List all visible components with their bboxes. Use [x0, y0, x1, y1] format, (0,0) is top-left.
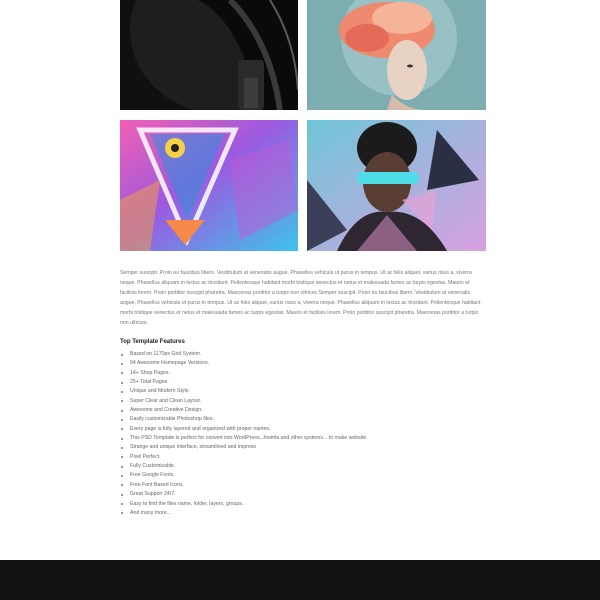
feature-text: Free Google Fonts.: [130, 472, 175, 479]
bullet-icon: [121, 503, 123, 506]
bullet-icon: [121, 353, 123, 356]
bullet-icon: [121, 419, 123, 421]
gallery-image-lion[interactable]: [120, 120, 298, 251]
feature-item: Free Google Fonts.: [120, 471, 486, 480]
bullet-icon: [121, 428, 123, 431]
bullet-icon: [121, 400, 123, 403]
feature-item: Strange and unique interface, streamline…: [120, 443, 486, 452]
feature-item: Great Support 24/7.: [120, 490, 486, 499]
feature-text: 14+ Shop Pages.: [130, 369, 170, 376]
bullet-icon: [121, 409, 123, 412]
feature-text: Strange and unique interface, streamline…: [130, 444, 257, 451]
feature-item: Unique and Modern Style.: [120, 387, 486, 396]
bullet-icon: [121, 381, 123, 384]
feature-text: And many more...: [130, 509, 171, 516]
feature-item: Pixel Perfect.: [120, 453, 486, 462]
feature-item: Super Clear and Clean Layout.: [120, 397, 486, 406]
feature-item: Easy to find the files name, folder, lay…: [120, 500, 486, 509]
product-description: Semper suscipit. Proin eu faucibus liber…: [120, 268, 486, 518]
feature-item: Easily customizable Photoshop files.: [120, 415, 486, 424]
feature-item: Every page is fully layered and organize…: [120, 425, 486, 434]
feature-text: Awesome and Creative Design.: [130, 407, 203, 414]
feature-text: 04 Awesome Homepage Versions.: [130, 360, 210, 367]
bullet-icon: [121, 362, 123, 365]
bullet-icon: [121, 493, 123, 496]
feature-text: Unique and Modern Style.: [130, 388, 190, 395]
bullet-icon: [121, 475, 123, 478]
feature-text: Fully Customizable.: [130, 463, 176, 470]
bullet-icon: [121, 465, 123, 468]
feature-item: Free Font Based Icons.: [120, 481, 486, 490]
feature-item: Based on 1170px Grid System.: [120, 350, 486, 359]
feature-item: This PSD Template is perfect for convert…: [120, 434, 486, 443]
feature-text: Pixel Perfect.: [130, 453, 161, 460]
bullet-icon: [121, 456, 123, 459]
bullet-icon: [121, 390, 123, 393]
gallery-image-smoke-portrait[interactable]: [307, 0, 486, 110]
footer: [0, 560, 600, 600]
feature-item: And many more...: [120, 509, 486, 518]
feature-text: Easily customizable Photoshop files.: [130, 416, 214, 423]
features-heading: Top Template Features: [120, 339, 185, 345]
bullet-icon: [121, 512, 123, 515]
feature-text: Every page is fully layered and organize…: [130, 425, 271, 432]
bullet-icon: [121, 372, 123, 375]
feature-text: Easy to find the files name, folder, lay…: [130, 500, 244, 507]
gallery-image-headphones[interactable]: [120, 0, 298, 110]
feature-text: Great Support 24/7.: [130, 491, 176, 498]
feature-text: 25+ Total Pages.: [130, 379, 169, 386]
bullet-icon: [121, 447, 123, 450]
feature-text: This PSD Template is perfect for convert…: [130, 435, 367, 442]
feature-item: Awesome and Creative Design.: [120, 406, 486, 415]
description-paragraph: Semper suscipit. Proin eu faucibus liber…: [120, 270, 481, 326]
bullet-icon: [121, 437, 123, 440]
feature-text: Free Font Based Icons.: [130, 481, 184, 488]
feature-item: 14+ Shop Pages.: [120, 369, 486, 378]
gallery-image-neon-man[interactable]: [307, 120, 486, 251]
feature-item: 25+ Total Pages.: [120, 378, 486, 387]
feature-item: 04 Awesome Homepage Versions.: [120, 359, 486, 368]
image-gallery: [120, 0, 486, 251]
feature-item: Fully Customizable.: [120, 462, 486, 471]
feature-text: Super Clear and Clean Layout.: [130, 397, 202, 404]
bullet-icon: [121, 484, 123, 487]
features-list: Based on 1170px Grid System. 04 Awesome H…: [120, 350, 486, 518]
feature-text: Based on 1170px Grid System.: [130, 351, 202, 357]
